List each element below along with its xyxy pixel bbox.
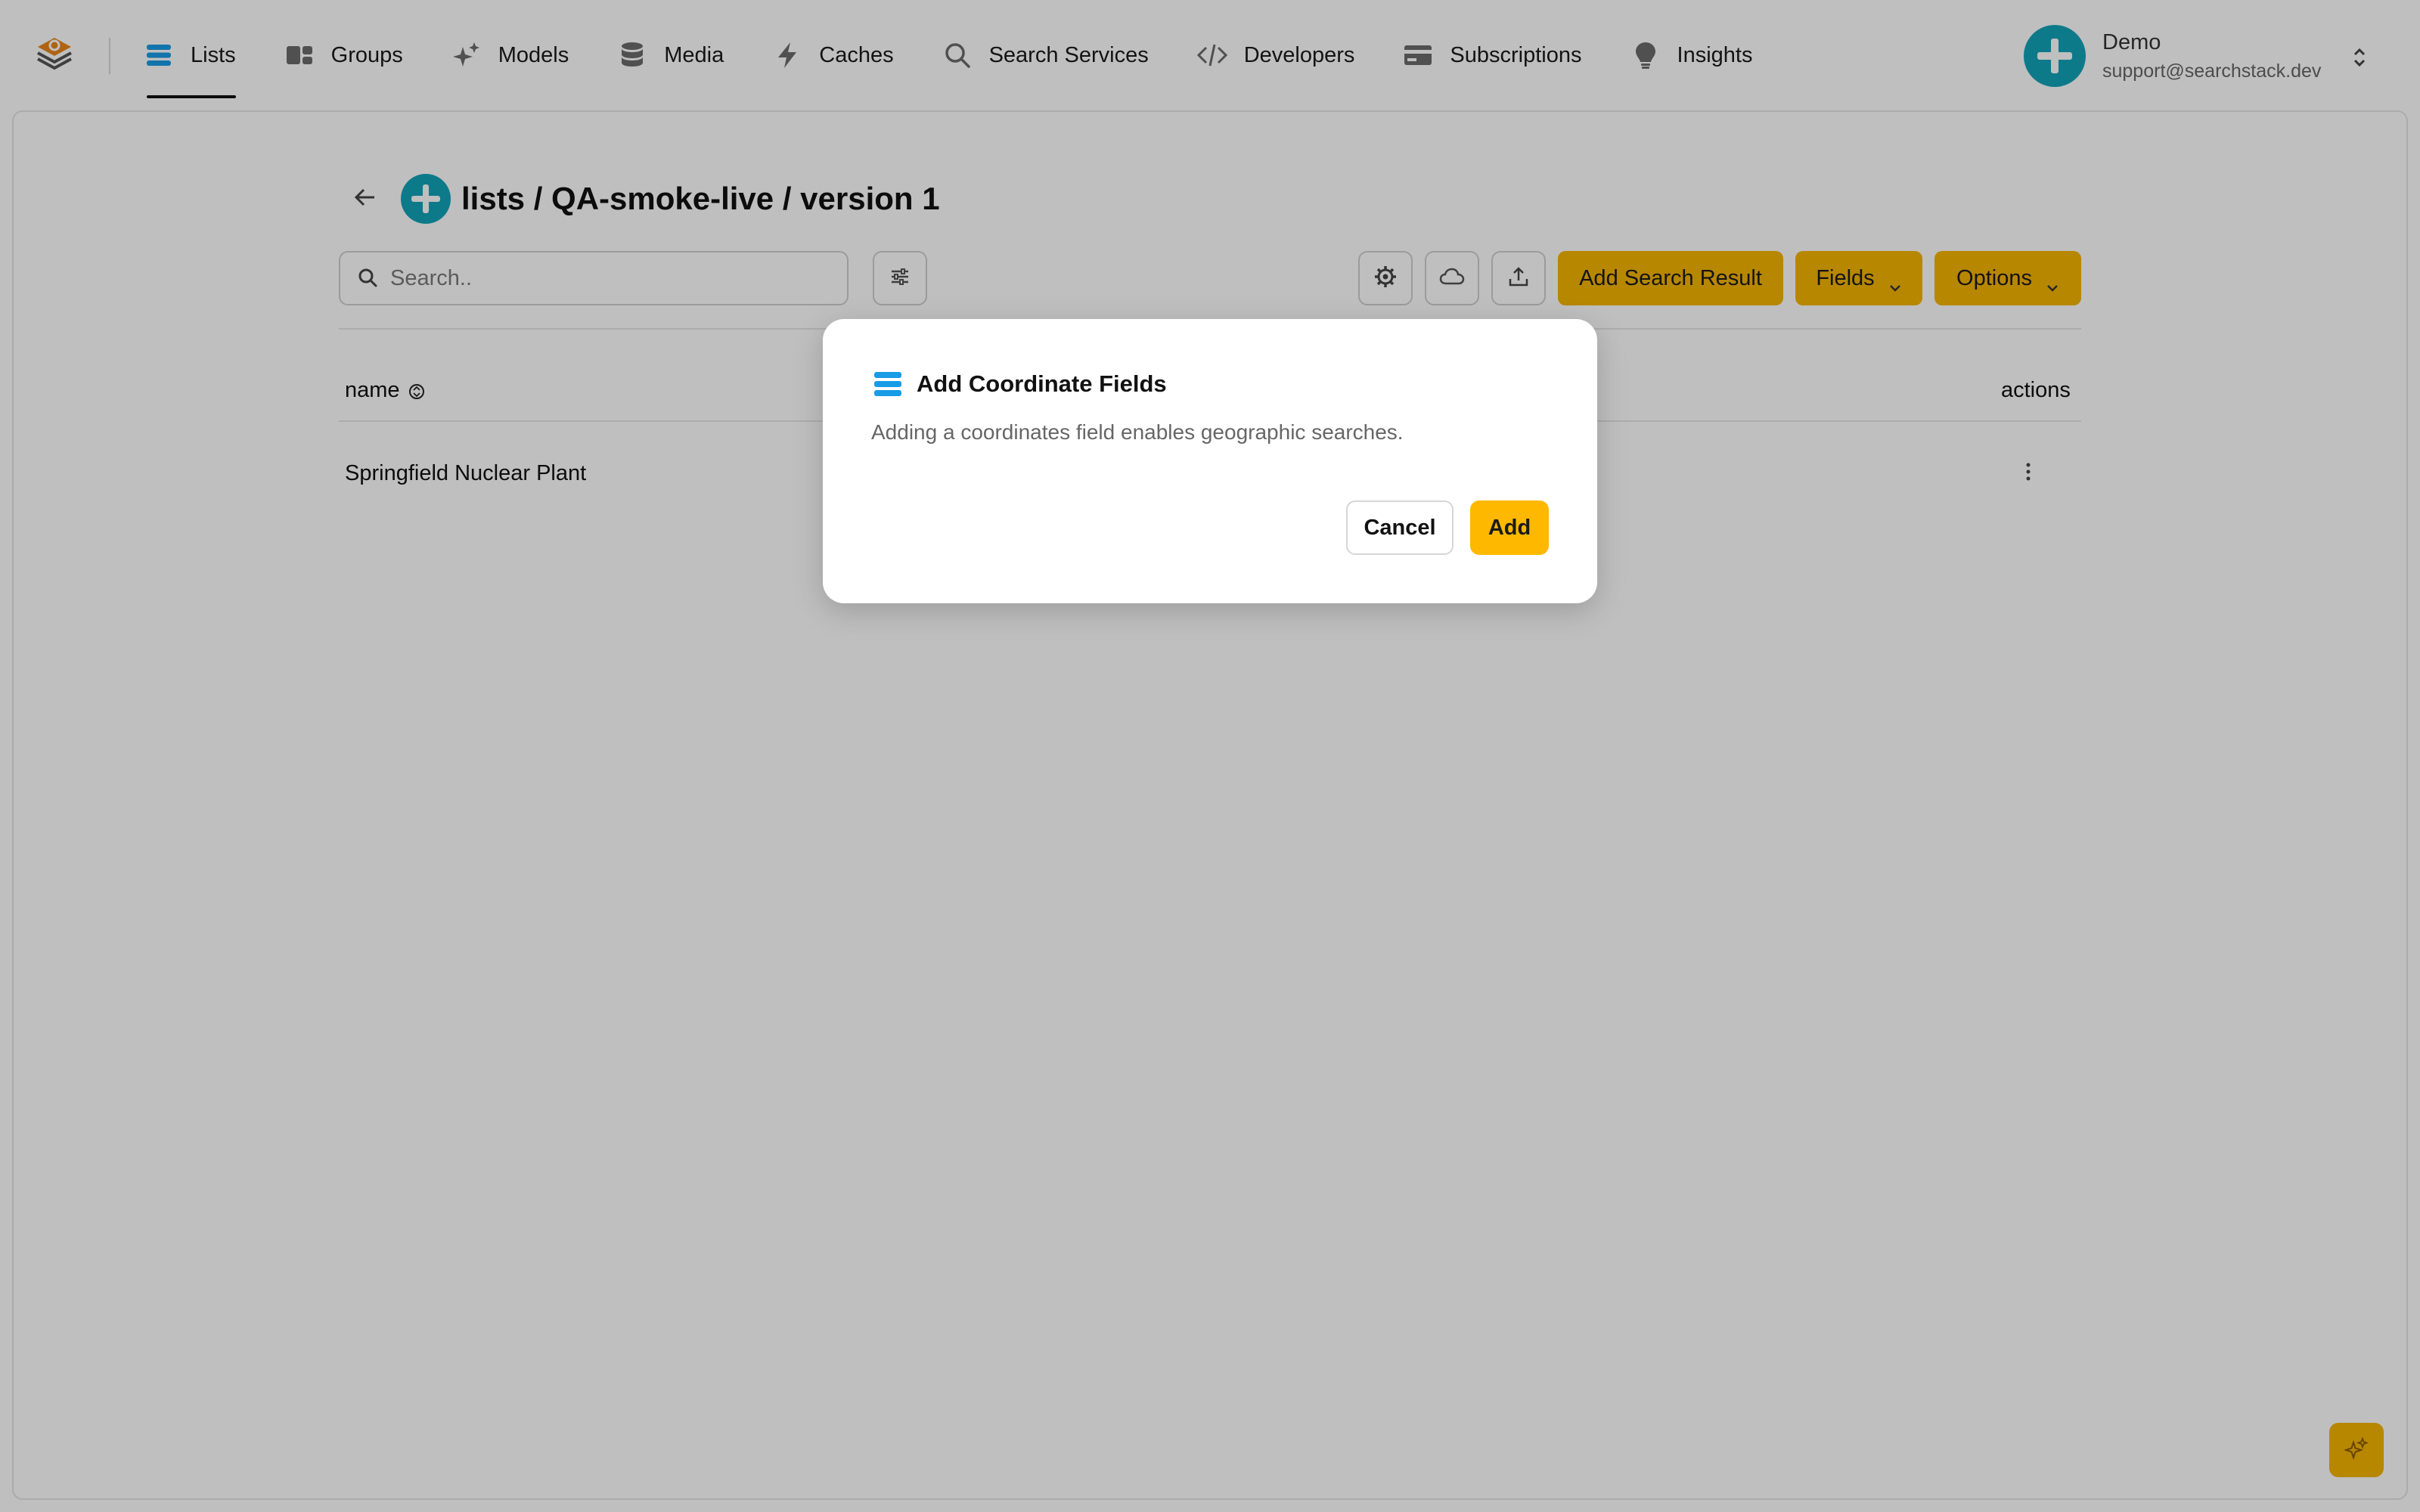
list-icon [873, 369, 903, 399]
modal-title: Add Coordinate Fields [917, 370, 1167, 397]
cancel-button[interactable]: Cancel [1346, 500, 1454, 555]
modal-description: Adding a coordinates field enables geogr… [871, 420, 1404, 444]
add-coordinate-fields-dialog: Add Coordinate Fields Adding a coordinat… [823, 319, 1597, 603]
add-button[interactable]: Add [1470, 500, 1549, 555]
modal-backdrop[interactable] [0, 0, 2420, 1512]
